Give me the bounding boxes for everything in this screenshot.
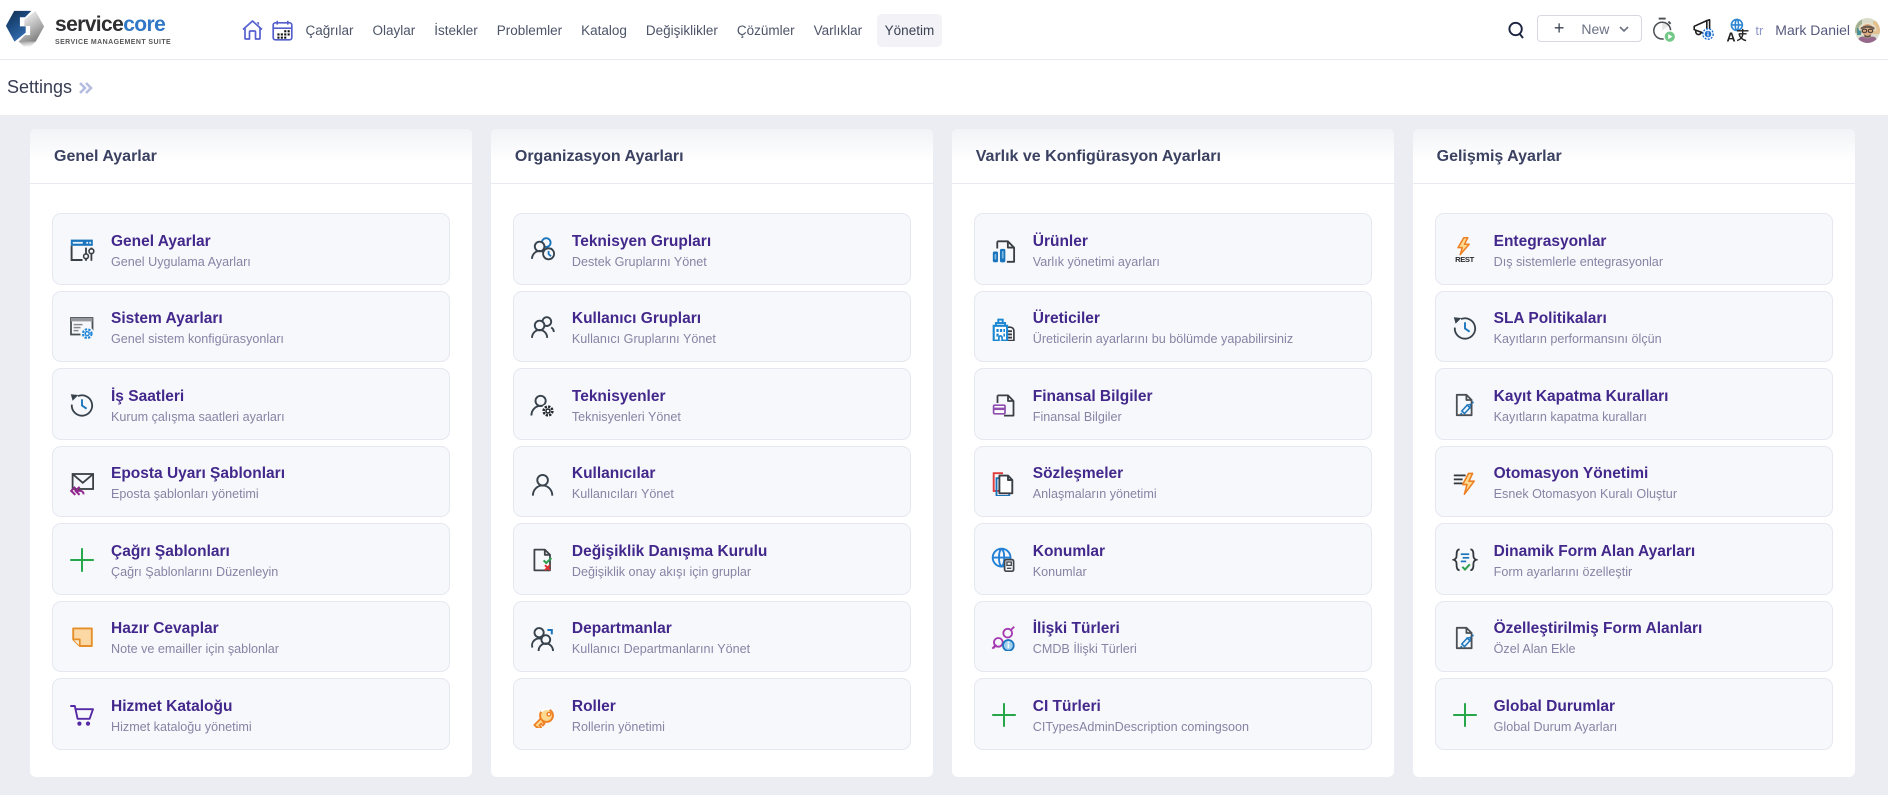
svg-text:A: A (1727, 30, 1736, 43)
svg-text:REST: REST (1455, 255, 1474, 263)
